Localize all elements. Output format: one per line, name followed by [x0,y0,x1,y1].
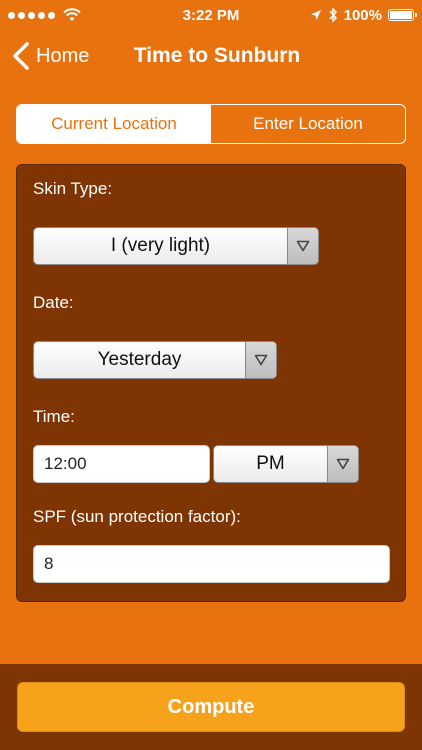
skin-type-value: I (very light) [110,235,211,256]
spf-input[interactable]: 8 [33,545,390,583]
nav-bar: Home Time to Sunburn [0,30,422,84]
battery-icon [388,9,417,21]
date-select[interactable]: Yesterday [33,341,277,379]
ampm-select[interactable]: PM [213,445,359,483]
wifi-icon [63,8,81,21]
ampm-value: PM [256,453,285,474]
time-input[interactable]: 12:00 [33,445,210,483]
signal-strength-icon [8,11,55,19]
location-segmented-control: Current Location Enter Location [16,104,406,144]
spf-label: SPF (sun protection factor): [33,507,241,526]
status-right: 100% [310,6,417,24]
form-panel: Skin Type: I (very light) Date: Yesterda… [16,164,406,602]
status-bar: 3:22 PM 100% [0,0,422,30]
time-label: Time: [33,407,75,426]
battery-percent: 100% [343,6,382,24]
dropdown-arrow-icon [245,342,276,378]
skin-type-label: Skin Type: [33,179,113,198]
bottom-toolbar: Compute [0,664,422,750]
page-title: Time to Sunburn [133,44,301,67]
status-left [8,8,81,22]
location-arrow-icon [310,10,321,20]
battery-fill [390,11,412,19]
bluetooth-icon [329,7,337,23]
dropdown-arrow-icon [287,228,318,264]
date-label: Date: [33,293,74,312]
dropdown-arrow-icon [327,446,358,482]
skin-type-select[interactable]: I (very light) [33,227,319,265]
date-value: Yesterday [97,349,182,370]
tab-current-location[interactable]: Current Location [17,105,211,143]
tab-enter-location[interactable]: Enter Location [211,105,405,143]
compute-button[interactable]: Compute [17,682,405,732]
